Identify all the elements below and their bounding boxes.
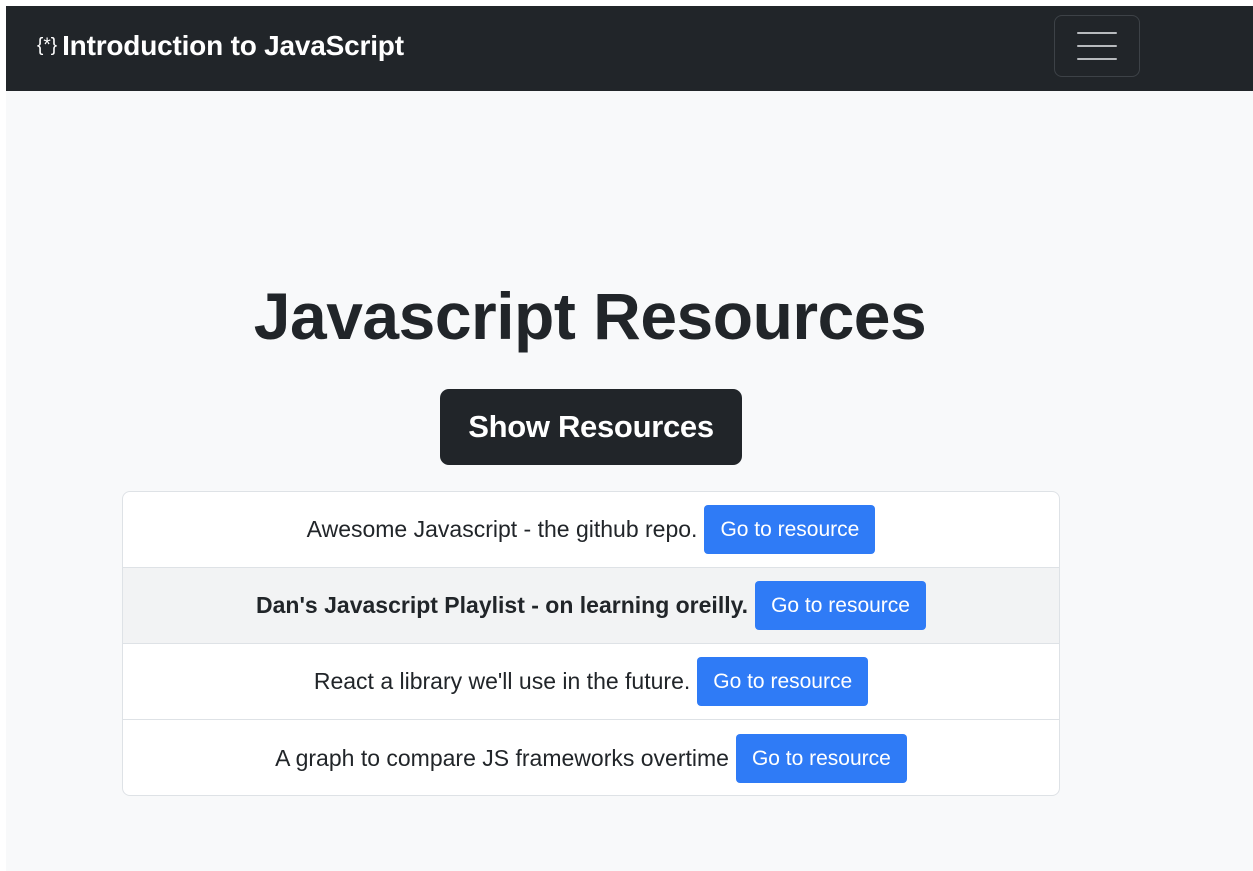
list-item[interactable]: React a library we'll use in the future.… bbox=[123, 644, 1059, 720]
resource-label: React a library we'll use in the future. bbox=[313, 668, 691, 694]
go-to-resource-button[interactable]: Go to resource bbox=[697, 657, 869, 706]
resource-label: Dan's Javascript Playlist - on learning … bbox=[256, 592, 749, 618]
navbar-brand[interactable]: {*} Introduction to JavaScript bbox=[37, 28, 404, 64]
brand-title: Introduction to JavaScript bbox=[62, 30, 404, 61]
navbar: {*} Introduction to JavaScript bbox=[6, 6, 1253, 91]
navbar-toggler-button[interactable] bbox=[1054, 15, 1140, 77]
show-resources-button[interactable]: Show Resources bbox=[440, 389, 742, 465]
go-to-resource-button[interactable]: Go to resource bbox=[735, 734, 907, 783]
resource-list: Awesome Javascript - the github repo. Go… bbox=[122, 491, 1060, 796]
hamburger-menu-icon bbox=[1077, 58, 1117, 60]
hamburger-menu-icon bbox=[1077, 32, 1117, 34]
list-item[interactable]: Awesome Javascript - the github repo. Go… bbox=[123, 492, 1059, 568]
page-title: Javascript Resources bbox=[253, 279, 927, 353]
list-item[interactable]: Dan's Javascript Playlist - on learning … bbox=[123, 568, 1059, 644]
hamburger-menu-icon bbox=[1077, 45, 1117, 47]
list-item[interactable]: A graph to compare JS frameworks overtim… bbox=[123, 720, 1059, 795]
brand-braces-icon: {*} bbox=[37, 35, 58, 56]
go-to-resource-button[interactable]: Go to resource bbox=[704, 505, 876, 554]
page: {*} Introduction to JavaScript Javascrip… bbox=[6, 6, 1253, 871]
go-to-resource-button[interactable]: Go to resource bbox=[755, 581, 926, 630]
resource-label: A graph to compare JS frameworks overtim… bbox=[275, 745, 729, 771]
resource-label: Awesome Javascript - the github repo. bbox=[306, 516, 698, 542]
